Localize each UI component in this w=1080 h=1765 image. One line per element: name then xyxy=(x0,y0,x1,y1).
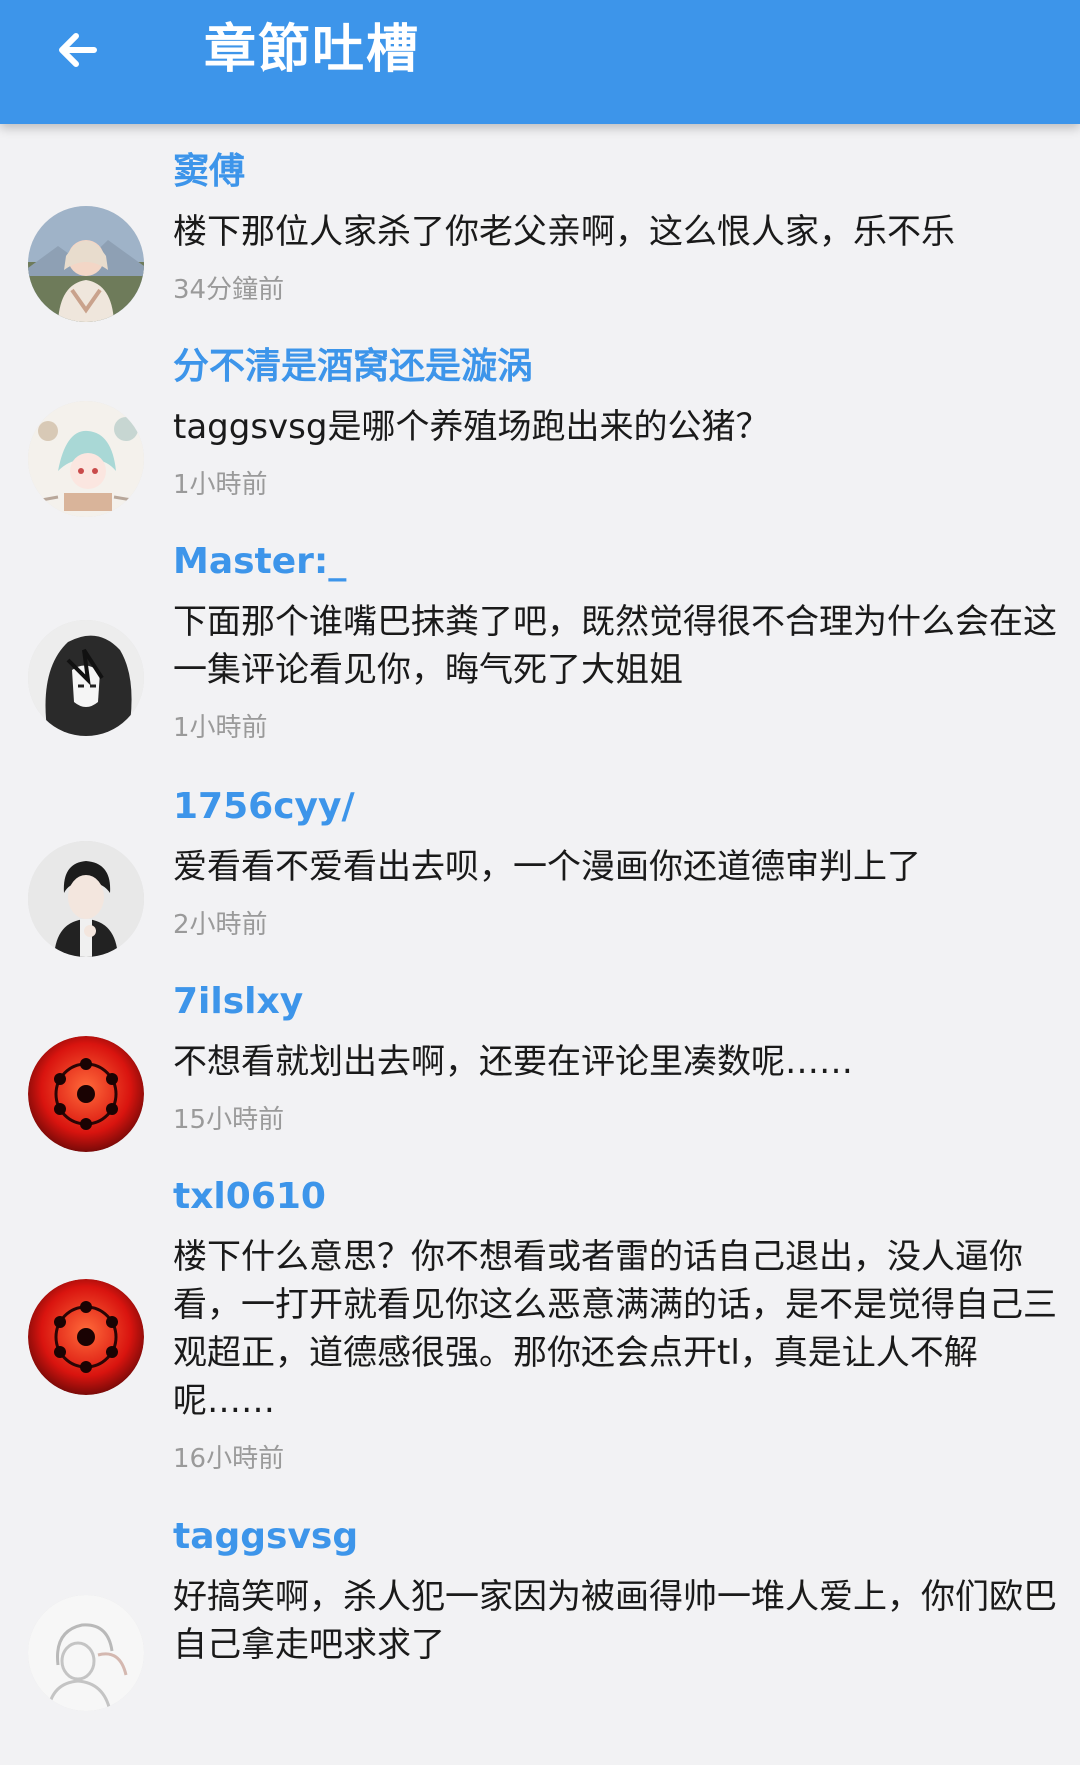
comment-username[interactable]: 分不清是酒窝还是漩涡 xyxy=(173,345,533,389)
comment-username[interactable]: 窦傅 xyxy=(173,150,245,194)
comment-content: 楼下那位人家杀了你老父亲啊，这么恨人家，乐不乐 xyxy=(173,212,955,252)
comment-username[interactable]: Master:_ xyxy=(173,540,346,584)
comment-list[interactable]: 窦傅 楼下那位人家杀了你老父亲啊，这么恨人家，乐不乐 34分鐘前 分不清是酒窝还… xyxy=(0,124,1080,1765)
comment-timestamp: 34分鐘前 xyxy=(173,275,285,305)
avatar[interactable] xyxy=(28,841,144,957)
comment-timestamp: 1小時前 xyxy=(173,470,268,500)
comment-timestamp: 16小時前 xyxy=(173,1444,285,1474)
avatar[interactable] xyxy=(28,401,144,517)
comment-username[interactable]: taggsvsg xyxy=(173,1515,358,1559)
comment-content: taggsvsg是哪个养殖场跑出来的公猪？ xyxy=(173,407,770,447)
comment-username[interactable]: 7ilslxy xyxy=(173,980,303,1024)
avatar[interactable] xyxy=(28,1595,144,1711)
app-bar: 章節吐槽 xyxy=(0,0,1080,124)
back-button[interactable] xyxy=(42,14,114,86)
comment-content: 好搞笑啊，杀人犯一家因为被画得帅一堆人爱上，你们欧巴自己拿走吧求求了 xyxy=(173,1577,1057,1665)
comment-timestamp: 1小時前 xyxy=(173,713,268,743)
arrow-left-icon xyxy=(59,33,97,67)
avatar[interactable] xyxy=(28,1036,144,1152)
comment-content: 下面那个谁嘴巴抹粪了吧，既然觉得很不合理为什么会在这一集评论看见你，晦气死了大姐… xyxy=(173,602,1057,690)
comment-content: 不想看就划出去啊，还要在评论里凑数呢…… xyxy=(173,1042,853,1082)
avatar[interactable] xyxy=(28,206,144,322)
comment-timestamp: 2小時前 xyxy=(173,910,268,940)
comment-username[interactable]: txl0610 xyxy=(173,1175,326,1219)
avatar[interactable] xyxy=(28,1279,144,1395)
comment-username[interactable]: 1756cyy/ xyxy=(173,785,355,829)
page-title: 章節吐槽 xyxy=(204,20,421,80)
comment-content: 楼下什么意思？你不想看或者雷的话自己退出，没人逼你看，一打开就看见你这么恶意满满… xyxy=(173,1237,1057,1421)
comment-content: 爱看看不爱看出去呗，一个漫画你还道德审判上了 xyxy=(173,847,921,887)
avatar[interactable] xyxy=(28,620,144,736)
comment-timestamp: 15小時前 xyxy=(173,1105,285,1135)
